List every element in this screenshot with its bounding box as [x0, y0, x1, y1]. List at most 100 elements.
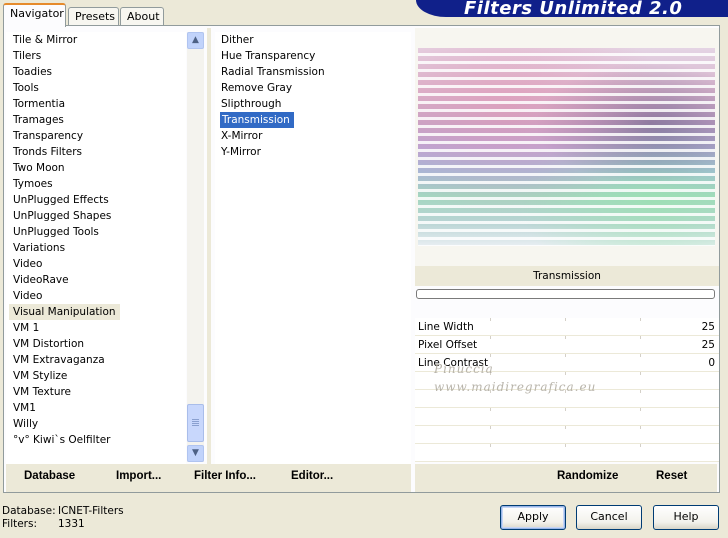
filter-info-button[interactable]: Filter Info... [194, 470, 256, 482]
preview-image [418, 48, 715, 246]
toolbar-separator [411, 464, 415, 492]
filter-list: Dither Hue Transparency Radial Transmissio… [215, 32, 411, 464]
banner-title: Filters Unlimited 2.0 [464, 0, 683, 19]
slider-tick [640, 390, 641, 393]
database-button[interactable]: Database [24, 470, 75, 482]
category-item[interactable]: Toadies [6, 64, 186, 80]
randomize-button[interactable]: Randomize [557, 470, 618, 482]
slider-tick [565, 426, 566, 429]
panel-toolbar: Database Import... Filter Info... Editor… [6, 464, 717, 492]
import-button[interactable]: Import... [116, 470, 161, 482]
apply-button[interactable]: Apply [500, 505, 566, 530]
category-item[interactable]: Video [6, 256, 186, 272]
editor-button[interactable]: Editor... [291, 470, 333, 482]
category-item[interactable]: Two Moon [6, 160, 186, 176]
category-scrollbar[interactable]: ▲ ▼ [187, 32, 204, 462]
slider-tick [640, 408, 641, 411]
arrow-up-icon: ▲ [192, 35, 199, 45]
slider-tick [640, 372, 641, 375]
param-row[interactable]: Pixel Offset 25 [415, 336, 719, 354]
slider-tick [490, 408, 491, 411]
slider-tick [490, 444, 491, 447]
category-item[interactable]: VM Texture [6, 384, 186, 400]
title-banner: Filters Unlimited 2.0 [416, 0, 728, 19]
reset-button[interactable]: Reset [656, 470, 687, 482]
navigator-panel: Tile & Mirror Tilers Toadies Tools Tormentia… [3, 25, 720, 493]
category-item[interactable]: UnPlugged Tools [6, 224, 186, 240]
category-item[interactable]: Variations [6, 240, 186, 256]
category-item[interactable]: Video [6, 288, 186, 304]
database-info: Database: ICNET-Filters Filters: 1331 [2, 505, 124, 531]
category-item[interactable]: Tile & Mirror [6, 32, 186, 48]
slider-tick [565, 318, 566, 321]
preview-frame [415, 28, 719, 266]
filter-item[interactable]: Transmission [220, 112, 294, 128]
param-row [415, 444, 719, 462]
param-label: Line Width [418, 321, 474, 333]
scroll-up-button[interactable]: ▲ [187, 32, 204, 49]
category-item[interactable]: VM 1 [6, 320, 186, 336]
category-item[interactable]: VM Distortion [6, 336, 186, 352]
category-item[interactable]: Tormentia [6, 96, 186, 112]
category-item[interactable]: Tools [6, 80, 186, 96]
param-label: Pixel Offset [418, 339, 478, 351]
progress-bar [416, 289, 715, 299]
category-item[interactable]: VM1 [6, 400, 186, 416]
slider-tick [565, 444, 566, 447]
watermark: Pinuccia www.maidiregrafica.eu [434, 360, 596, 396]
tab-presets[interactable]: Presets [68, 7, 119, 26]
category-item[interactable]: Tilers [6, 48, 186, 64]
category-item[interactable]: Tramages [6, 112, 186, 128]
slider-tick [565, 336, 566, 339]
tab-about[interactable]: About [120, 7, 164, 26]
tab-navigator[interactable]: Navigator [3, 3, 66, 27]
filters-label: Filters: [2, 518, 38, 530]
slider-tick [640, 354, 641, 357]
param-row[interactable]: Line Width 25 [415, 318, 719, 336]
cancel-button[interactable]: Cancel [576, 505, 642, 530]
filter-title: Transmission [415, 266, 719, 286]
filter-item[interactable]: Hue Transparency [215, 48, 411, 64]
category-item[interactable]: VideoRave [6, 272, 186, 288]
param-row [415, 408, 719, 426]
slider-tick [565, 408, 566, 411]
category-item[interactable]: Tronds Filters [6, 144, 186, 160]
category-item[interactable]: Transparency [6, 128, 186, 144]
database-value: ICNET-Filters [58, 505, 124, 517]
param-value: 25 [701, 339, 715, 351]
database-label: Database: [2, 505, 56, 517]
slider-tick [490, 426, 491, 429]
filter-item[interactable]: Remove Gray [215, 80, 411, 96]
slider-tick [490, 336, 491, 339]
slider-tick [640, 318, 641, 321]
category-item[interactable]: VM Extravaganza [6, 352, 186, 368]
scroll-thumb[interactable] [187, 404, 204, 442]
filters-count: 1331 [58, 518, 85, 530]
category-item[interactable]: UnPlugged Shapes [6, 208, 186, 224]
filter-item[interactable]: X-Mirror [215, 128, 411, 144]
category-item[interactable]: Willy [6, 416, 186, 432]
param-row [415, 426, 719, 444]
filter-item[interactable]: Slipthrough [215, 96, 411, 112]
help-button[interactable]: Help [653, 505, 719, 530]
slider-tick [490, 354, 491, 357]
divider [207, 28, 211, 464]
filter-item[interactable]: Dither [215, 32, 411, 48]
arrow-down-icon: ▼ [192, 448, 199, 458]
watermark-line1: Pinuccia [434, 362, 494, 376]
category-list: Tile & Mirror Tilers Toadies Tools Tormentia… [6, 32, 186, 464]
filter-item[interactable]: Radial Transmission [215, 64, 411, 80]
grip-icon [192, 419, 199, 420]
category-item[interactable]: Visual Manipulation [9, 304, 120, 320]
category-item[interactable]: °v° Kiwi`s Oelfilter [6, 432, 186, 448]
slider-tick [640, 426, 641, 429]
slider-tick [565, 354, 566, 357]
category-item[interactable]: UnPlugged Effects [6, 192, 186, 208]
category-item[interactable]: VM Stylize [6, 368, 186, 384]
slider-tick [640, 444, 641, 447]
slider-tick [640, 336, 641, 339]
param-value: 25 [701, 321, 715, 333]
filter-item[interactable]: Y-Mirror [215, 144, 411, 160]
scroll-down-button[interactable]: ▼ [187, 445, 204, 462]
category-item[interactable]: Tymoes [6, 176, 186, 192]
